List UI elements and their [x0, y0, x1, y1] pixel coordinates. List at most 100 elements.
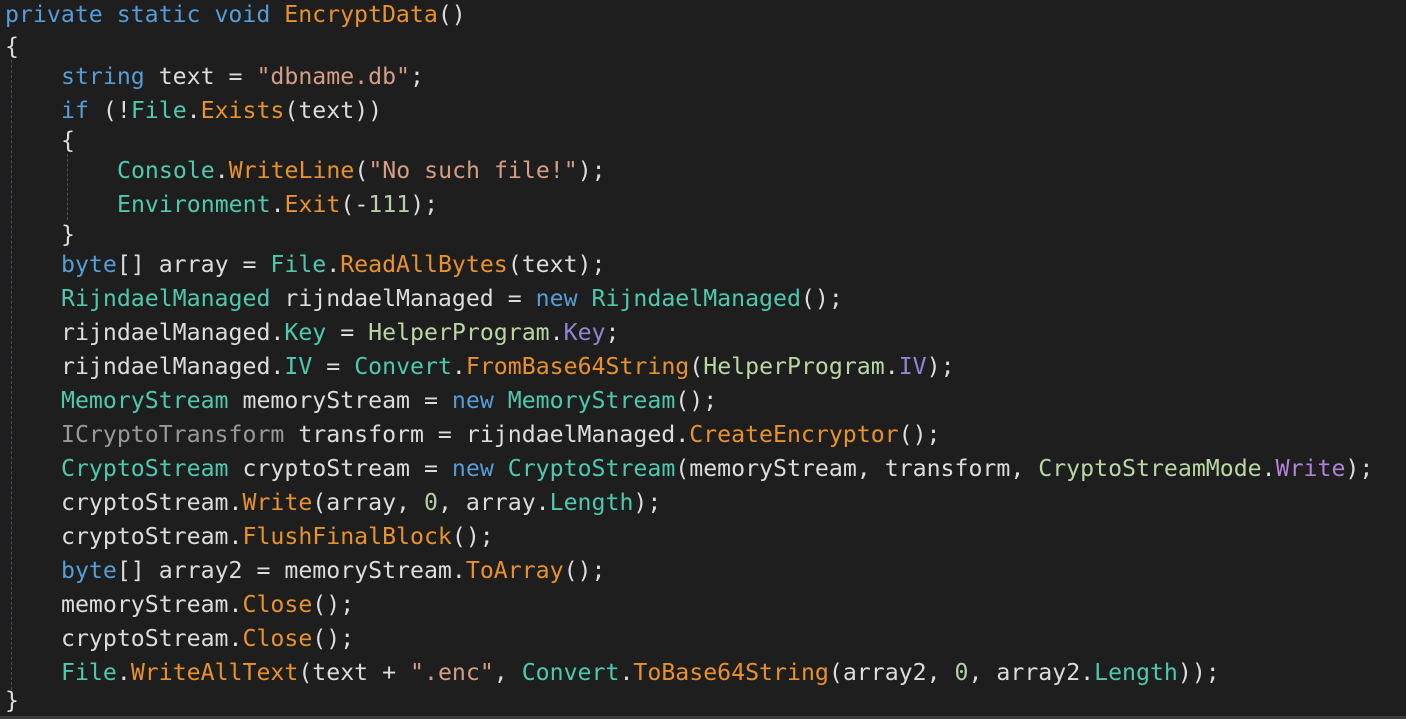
code-token: byte [61, 251, 117, 278]
code-token: CryptoStream [507, 455, 676, 482]
code-token: WriteAllText [130, 659, 299, 686]
code-token: memoryStream. [61, 591, 243, 618]
code-token: Length [1094, 659, 1178, 686]
code-token: (); [451, 523, 494, 550]
code-token: Exit [284, 191, 341, 218]
code-token: } [5, 687, 19, 714]
code-token: HelperProgram [703, 353, 885, 380]
code-token: Convert [354, 353, 452, 380]
code-token: Write [1275, 455, 1346, 482]
code-token: Exists [200, 97, 285, 124]
code-line[interactable]: memoryStream.Close(); [61, 590, 354, 620]
code-token: void [214, 1, 271, 28]
code-line[interactable]: string text = "dbname.db"; [61, 62, 424, 92]
code-token: Write [242, 489, 313, 516]
code-token: IV [284, 353, 313, 380]
code-line[interactable]: rijndaelManaged.Key = HelperProgram.Key; [61, 318, 619, 348]
code-token: Close [242, 625, 313, 652]
code-token: rijndaelManaged. [61, 319, 285, 346]
code-token: (array, [312, 489, 424, 516]
code-token: . [270, 191, 285, 218]
code-token: HelperProgram [368, 319, 550, 346]
code-token: cryptoStream = [228, 455, 452, 482]
code-token: cryptoStream. [61, 523, 243, 550]
code-token: (); [312, 591, 355, 618]
code-token: 0 [954, 659, 969, 686]
code-token: . [186, 97, 201, 124]
code-token: static [116, 1, 201, 28]
code-line[interactable]: if (!File.Exists(text)) [61, 96, 382, 126]
code-token: EncryptData [284, 1, 438, 28]
code-line[interactable]: ICryptoTransform transform = rijndaelMan… [61, 420, 941, 450]
code-token: ( [689, 353, 704, 380]
code-token: . [214, 157, 229, 184]
code-token: CreateEncryptor [689, 421, 899, 448]
code-token: ToArray [465, 557, 564, 584]
code-token: ); [633, 489, 662, 516]
code-token: [] array2 = memoryStream. [116, 557, 466, 584]
code-token: WriteLine [228, 157, 355, 184]
code-token: . [116, 659, 131, 686]
code-token: rijndaelManaged = [270, 285, 536, 312]
code-token: private [5, 1, 103, 28]
code-line[interactable]: } [61, 220, 75, 250]
code-line[interactable]: } [5, 686, 19, 716]
code-line[interactable]: byte[] array = File.ReadAllBytes(text); [61, 250, 605, 280]
code-line[interactable]: { [61, 126, 75, 156]
code-token: Key [563, 319, 606, 346]
code-token: . [451, 353, 466, 380]
code-token: MemoryStream [507, 387, 676, 414]
code-line[interactable]: { [5, 32, 19, 62]
code-token: . [326, 251, 341, 278]
code-token: MemoryStream [61, 387, 229, 414]
code-line[interactable]: private static void EncryptData() [5, 0, 466, 30]
code-token: = [326, 319, 369, 346]
code-token: ".enc" [410, 659, 494, 686]
code-token: (- [340, 191, 369, 218]
code-token: (text); [507, 251, 606, 278]
code-token: text = [144, 63, 257, 90]
code-token: ; [605, 319, 620, 346]
code-token: ICryptoTransform [61, 421, 285, 448]
code-token: memoryStream = [228, 387, 452, 414]
code-token: Length [549, 489, 634, 516]
code-line[interactable]: RijndaelManaged rijndaelManaged = new Ri… [61, 284, 843, 314]
code-token: Convert [521, 659, 620, 686]
code-token: { [61, 127, 75, 154]
code-line[interactable]: cryptoStream.Write(array, 0, array.Lengt… [61, 488, 661, 518]
indent-guide-method [11, 60, 12, 690]
code-token: ReadAllBytes [340, 251, 508, 278]
code-token: ; [410, 63, 424, 90]
code-editor[interactable]: private static void EncryptData() {string… [0, 0, 1406, 719]
code-line[interactable]: rijndaelManaged.IV = Convert.FromBase64S… [61, 352, 955, 382]
code-line[interactable]: File.WriteAllText(text + ".enc", Convert… [61, 658, 1220, 688]
code-token: Close [242, 591, 313, 618]
code-token: . [884, 353, 899, 380]
code-token: (); [312, 625, 355, 652]
code-line[interactable]: cryptoStream.Close(); [61, 624, 354, 654]
code-token: Console [117, 157, 215, 184]
code-token: "dbname.db" [256, 63, 411, 90]
code-line[interactable]: Environment.Exit(-111); [117, 190, 438, 220]
code-token: (array2, [828, 659, 955, 686]
code-line[interactable]: MemoryStream memoryStream = new MemorySt… [61, 386, 717, 416]
code-token: ToBase64String [633, 659, 829, 686]
code-token: (); [675, 387, 718, 414]
code-token: rijndaelManaged. [61, 353, 285, 380]
code-token: (); [898, 421, 941, 448]
code-token: [] array = [116, 251, 271, 278]
code-token: File [61, 659, 117, 686]
code-token: . [549, 319, 564, 346]
code-token: } [61, 221, 75, 248]
code-line[interactable]: byte[] array2 = memoryStream.ToArray(); [61, 556, 605, 586]
code-token: , array2. [968, 659, 1095, 686]
code-line[interactable]: Console.WriteLine("No such file!"); [117, 156, 606, 186]
code-token: FromBase64String [465, 353, 690, 380]
code-token: RijndaelManaged [591, 285, 801, 312]
code-line[interactable]: CryptoStream cryptoStream = new CryptoSt… [61, 454, 1373, 484]
code-line[interactable]: cryptoStream.FlushFinalBlock(); [61, 522, 494, 552]
